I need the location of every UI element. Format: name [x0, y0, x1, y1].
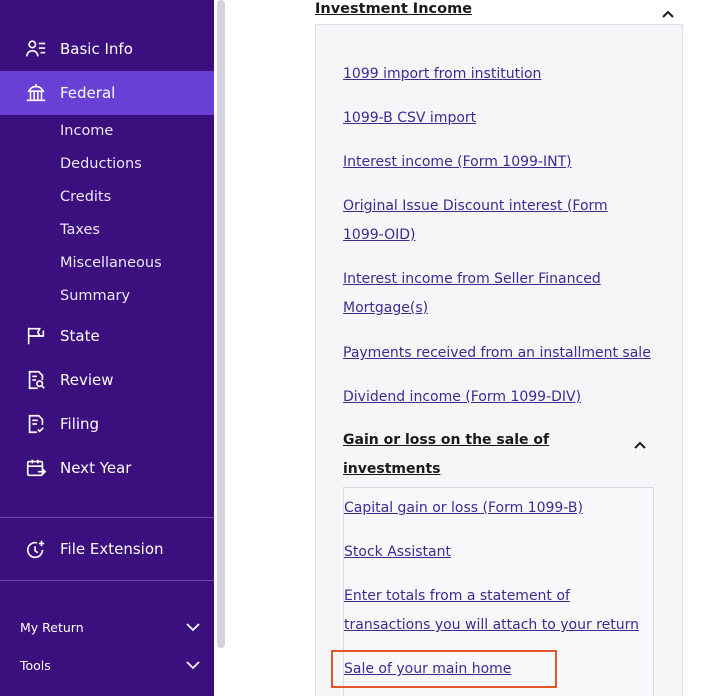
sidebar-subitem-deductions[interactable]: Deductions — [60, 156, 142, 172]
section-title[interactable]: Investment Income — [315, 1, 472, 17]
collapse-section-caret-icon[interactable] — [662, 3, 674, 22]
sidebar-item-filing[interactable]: Filing — [0, 402, 214, 446]
document-check-icon — [24, 412, 48, 436]
sidebar-item-label: Federal — [60, 84, 116, 102]
sidebar-item-label: Filing — [60, 415, 100, 433]
sidebar-item-file-extension[interactable]: File Extension — [0, 527, 214, 571]
chevron-down-icon — [186, 620, 200, 635]
tools-label: Tools — [20, 658, 51, 673]
link-1099b-csv-import[interactable]: 1099-B CSV import — [343, 104, 653, 133]
sidebar-divider — [0, 580, 214, 581]
link-seller-financed-mortgage[interactable]: Interest income from Seller Financed Mor… — [343, 265, 653, 323]
highlight-box — [331, 650, 557, 688]
chevron-down-icon — [186, 658, 200, 673]
calendar-arrow-icon — [24, 456, 48, 480]
link-statement-totals[interactable]: Enter totals from a statement of transac… — [344, 582, 654, 640]
capitol-building-icon — [24, 81, 48, 105]
state-flag-icon — [24, 324, 48, 348]
collapse-subsection-caret-icon[interactable] — [634, 434, 646, 453]
sidebar-item-basic-info[interactable]: Basic Info — [0, 27, 214, 71]
sidebar-subitem-miscellaneous[interactable]: Miscellaneous — [60, 255, 162, 271]
link-stock-assistant[interactable]: Stock Assistant — [344, 538, 654, 567]
subsection-title[interactable]: Gain or loss on the sale of investments — [343, 426, 603, 484]
sidebar-item-label: Next Year — [60, 459, 132, 477]
clock-plus-icon — [24, 537, 48, 561]
scrollbar-thumb[interactable] — [217, 0, 225, 648]
sidebar-subitem-income[interactable]: Income — [60, 123, 113, 139]
link-1099-import[interactable]: 1099 import from institution — [343, 60, 653, 89]
link-installment-sale[interactable]: Payments received from an installment sa… — [343, 339, 653, 368]
sidebar-item-federal[interactable]: Federal — [0, 71, 214, 115]
sidebar-item-state[interactable]: State — [0, 314, 214, 358]
sidebar-subitem-taxes[interactable]: Taxes — [60, 222, 100, 238]
tools-toggle[interactable]: Tools — [20, 658, 200, 673]
person-list-icon — [24, 37, 48, 61]
sidebar-item-label: Basic Info — [60, 40, 133, 58]
sidebar-item-label: File Extension — [60, 540, 164, 558]
sidebar-item-label: Review — [60, 371, 114, 389]
link-dividend-income-1099div[interactable]: Dividend income (Form 1099-DIV) — [343, 383, 653, 412]
sidebar-item-next-year[interactable]: Next Year — [0, 446, 214, 490]
document-search-icon — [24, 368, 48, 392]
my-return-toggle[interactable]: My Return — [20, 620, 200, 635]
link-oid-interest[interactable]: Original Issue Discount interest (Form 1… — [343, 192, 653, 250]
sidebar: Basic Info Federal Income Deductions Cre… — [0, 0, 214, 696]
sidebar-divider — [0, 517, 214, 518]
link-interest-income-1099int[interactable]: Interest income (Form 1099-INT) — [343, 148, 653, 177]
sidebar-subitem-summary[interactable]: Summary — [60, 288, 130, 304]
sidebar-subitem-credits[interactable]: Credits — [60, 189, 111, 205]
link-capital-gain-1099b[interactable]: Capital gain or loss (Form 1099-B) — [344, 494, 654, 523]
sidebar-item-label: State — [60, 327, 100, 345]
sidebar-item-review[interactable]: Review — [0, 358, 214, 402]
my-return-label: My Return — [20, 620, 84, 635]
